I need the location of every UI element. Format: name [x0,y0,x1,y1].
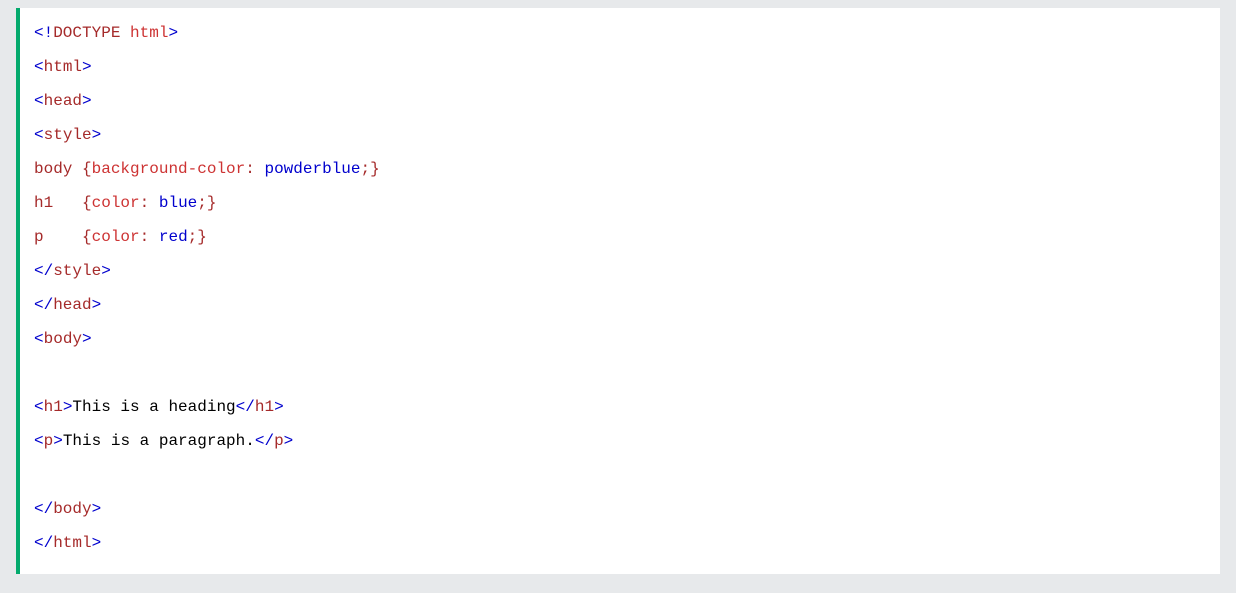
code-line: p {color: red;} [34,220,1206,254]
angle-bracket: < [34,126,44,144]
code-line: <html> [34,50,1206,84]
angle-bracket: > [274,398,284,416]
colon: : [245,160,255,178]
css-selector: p [34,228,82,246]
code-line: </style> [34,254,1206,288]
code-line: h1 {color: blue;} [34,186,1206,220]
colon: : [140,228,150,246]
tag-name: html [44,58,82,76]
angle-bracket: > [82,92,92,110]
doctype-name: DOCTYPE [53,24,120,42]
angle-bracket: </ [255,432,274,450]
code-line: </body> [34,492,1206,526]
css-selector: h1 [34,194,82,212]
code-line: body {background-color: powderblue;} [34,152,1206,186]
code-line: <h1>This is a heading</h1> [34,390,1206,424]
blank-line [34,458,1206,492]
tag-name: head [44,92,82,110]
angle-bracket: </ [34,296,53,314]
angle-bracket: > [92,534,102,552]
code-line: <style> [34,118,1206,152]
angle-bracket: < [34,432,44,450]
code-line: </html> [34,526,1206,560]
angle-bracket: > [53,432,63,450]
brace: { [82,194,92,212]
tag-name: style [53,262,101,280]
angle-bracket: > [92,126,102,144]
css-prop: color [92,194,140,212]
angle-bracket: > [101,262,111,280]
semicolon: ; [360,160,370,178]
angle-bracket: </ [236,398,255,416]
space [120,24,130,42]
angle-bracket: > [168,24,178,42]
code-line: <head> [34,84,1206,118]
space [149,228,159,246]
angle-bracket: </ [34,500,53,518]
tag-name: body [53,500,91,518]
angle-bracket: </ [34,534,53,552]
brace: { [82,228,92,246]
tag-name: p [274,432,284,450]
tag-name: h1 [255,398,274,416]
angle-bracket: < [34,58,44,76]
tag-name: html [53,534,91,552]
code-line: <!DOCTYPE html> [34,16,1206,50]
tag-name: style [44,126,92,144]
angle-bracket: > [92,296,102,314]
angle-bracket: < [34,330,44,348]
blank-line [34,356,1206,390]
text-content: This is a heading [72,398,235,416]
semicolon: ; [197,194,207,212]
code-line: </head> [34,288,1206,322]
angle-bracket: < [34,398,44,416]
tag-name: p [44,432,54,450]
space [149,194,159,212]
angle-bracket: > [284,432,294,450]
angle-bracket: > [82,58,92,76]
brace: } [370,160,380,178]
code-line: <body> [34,322,1206,356]
text-content: This is a paragraph. [63,432,255,450]
css-value: red [159,228,188,246]
angle-bracket: </ [34,262,53,280]
angle-bracket: <! [34,24,53,42]
doctype-kw: html [130,24,168,42]
css-value: blue [159,194,197,212]
code-line: <p>This is a paragraph.</p> [34,424,1206,458]
tag-name: head [53,296,91,314]
css-value: powderblue [264,160,360,178]
angle-bracket: > [92,500,102,518]
tag-name: body [44,330,82,348]
angle-bracket: > [63,398,73,416]
colon: : [140,194,150,212]
angle-bracket: < [34,92,44,110]
code-block: <!DOCTYPE html> <html> <head> <style> bo… [16,8,1220,574]
brace: { [82,160,92,178]
css-prop: color [92,228,140,246]
semicolon: ; [188,228,198,246]
tag-name: h1 [44,398,63,416]
brace: } [207,194,217,212]
angle-bracket: > [82,330,92,348]
css-selector: body [34,160,82,178]
brace: } [197,228,207,246]
css-prop: background-color [92,160,246,178]
